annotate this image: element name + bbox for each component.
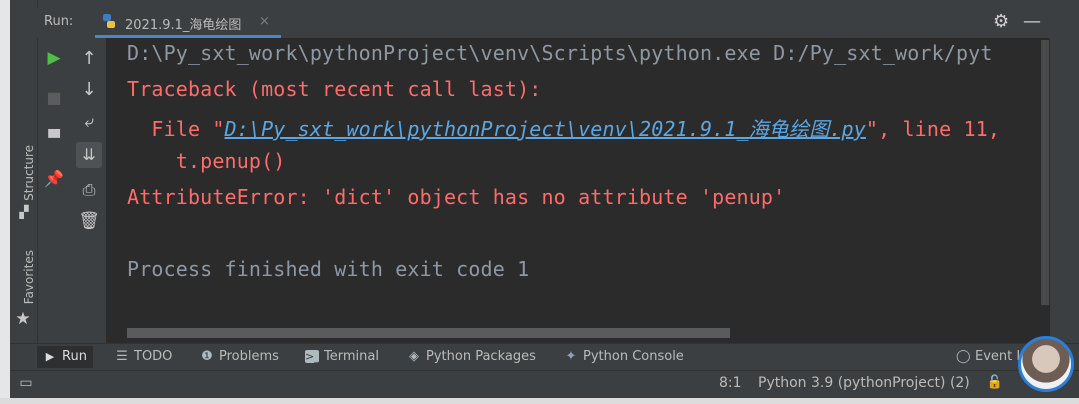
favorites-tab[interactable]: Favorites bbox=[22, 250, 36, 304]
traceback-file-suffix: ", line 11, bbox=[865, 117, 1001, 141]
traceback-header: Traceback (most recent call last): bbox=[127, 77, 542, 101]
gear-icon[interactable]: ⚙ bbox=[993, 11, 1009, 32]
error-message: AttributeError: 'dict' object has no att… bbox=[127, 185, 786, 209]
tool-windows-icon[interactable]: ▭ bbox=[15, 375, 37, 391]
trash-icon[interactable]: 🗑 bbox=[78, 211, 100, 231]
status-bar: ▭ 8:1 Python 3.9 (pythonProject) (2) 🔓 bbox=[10, 370, 1079, 399]
terminal-icon: >_ bbox=[305, 350, 320, 363]
horizontal-scrollbar[interactable] bbox=[127, 328, 730, 338]
traceback-file-prefix: File " bbox=[127, 117, 225, 141]
arrow-up-icon[interactable]: ↑ bbox=[78, 48, 100, 69]
bottom-tab-python-packages-label: Python Packages bbox=[426, 349, 536, 364]
python-icon: ✦ bbox=[565, 349, 577, 364]
right-tool-window-bar bbox=[1050, 38, 1079, 343]
close-icon[interactable]: × bbox=[259, 14, 270, 29]
rerun-icon[interactable]: ▶ bbox=[43, 48, 65, 68]
bottom-tab-problems[interactable]: ❶ Problems bbox=[200, 349, 279, 364]
bottom-tab-terminal[interactable]: >_ Terminal bbox=[305, 349, 379, 364]
play-icon: ▶ bbox=[45, 350, 55, 363]
bottom-tab-python-console-label: Python Console bbox=[583, 349, 684, 364]
pin-icon[interactable]: 📌 bbox=[43, 169, 65, 188]
left-tool-window-bar: Structure ▞ Favorites ★ bbox=[10, 0, 38, 343]
run-toolbar-primary: ▶ ■ ▀ 📌 bbox=[38, 38, 70, 343]
process-exit-message: Process finished with exit code 1 bbox=[127, 257, 530, 281]
layers-icon: ◈ bbox=[409, 349, 419, 364]
list-icon: ☰ bbox=[116, 349, 128, 364]
structure-tab[interactable]: Structure bbox=[22, 145, 36, 201]
caret-position[interactable]: 8:1 bbox=[719, 375, 742, 391]
bottom-tab-python-console[interactable]: ✦ Python Console bbox=[564, 349, 684, 364]
run-tool-window-header: Run: 2021.9.1_海龟绘图 × ⚙ — bbox=[37, 8, 1079, 38]
avatar[interactable] bbox=[1018, 336, 1074, 392]
restore-layout-icon[interactable]: ▀ bbox=[43, 129, 65, 147]
traceback-file-link[interactable]: D:\Py_sxt_work\pythonProject\venv\2021.9… bbox=[225, 117, 866, 141]
traceback-file-line: File "D:\Py_sxt_work\pythonProject\venv\… bbox=[127, 113, 1000, 142]
window-bottom-edge bbox=[0, 398, 1079, 404]
traceback-code-line: t.penup() bbox=[127, 149, 286, 173]
soft-wrap-icon[interactable]: ⤶ bbox=[78, 112, 100, 132]
bottom-tool-window-bar: ▶ Run ☰ TODO ❶ Problems >_ Terminal ◈ Python … bbox=[10, 343, 1079, 371]
arrow-down-icon[interactable]: ↓ bbox=[78, 79, 100, 100]
console-command-line: D:\Py_sxt_work\pythonProject\venv\Script… bbox=[127, 41, 993, 65]
vertical-scrollbar[interactable] bbox=[1040, 38, 1050, 343]
window-left-edge bbox=[0, 0, 10, 398]
print-icon[interactable]: ⎙ bbox=[78, 180, 100, 200]
bottom-tab-run-label: Run bbox=[62, 349, 87, 364]
scroll-to-end-icon[interactable]: ⇊ bbox=[76, 142, 102, 168]
vertical-scrollbar-thumb[interactable] bbox=[1041, 40, 1049, 305]
bottom-tab-python-packages[interactable]: ◈ Python Packages bbox=[407, 349, 536, 364]
minimize-icon[interactable]: — bbox=[1023, 11, 1041, 32]
bottom-tab-todo-label: TODO bbox=[134, 349, 173, 364]
bottom-tab-todo[interactable]: ☰ TODO bbox=[115, 349, 172, 364]
bottom-tab-run[interactable]: ▶ Run bbox=[37, 346, 93, 368]
stop-icon[interactable]: ■ bbox=[43, 88, 65, 107]
structure-icon: ▞ bbox=[19, 205, 29, 219]
bottom-tab-event-log[interactable]: ◯ Event L bbox=[956, 349, 1024, 364]
run-config-tab[interactable]: 2021.9.1_海龟绘图 × bbox=[95, 8, 281, 38]
run-label: Run: bbox=[44, 14, 74, 29]
python-file-icon bbox=[101, 13, 117, 29]
lock-icon[interactable]: 🔓 bbox=[984, 375, 1006, 390]
info-icon: ❶ bbox=[201, 349, 213, 364]
run-config-tab-title: 2021.9.1_海龟绘图 bbox=[125, 18, 242, 33]
star-icon: ★ bbox=[15, 309, 31, 329]
console-output[interactable]: D:\Py_sxt_work\pythonProject\venv\Script… bbox=[106, 38, 1040, 343]
bottom-tab-event-log-label: Event L bbox=[975, 349, 1024, 364]
bottom-tab-problems-label: Problems bbox=[219, 349, 279, 364]
bottom-tab-terminal-label: Terminal bbox=[324, 349, 379, 364]
python-interpreter[interactable]: Python 3.9 (pythonProject) (2) bbox=[758, 375, 970, 391]
event-log-icon: ◯ bbox=[956, 349, 971, 364]
run-toolbar-secondary: ↑ ↓ ⤶ ⇊ ⎙ 🗑 bbox=[72, 38, 106, 343]
